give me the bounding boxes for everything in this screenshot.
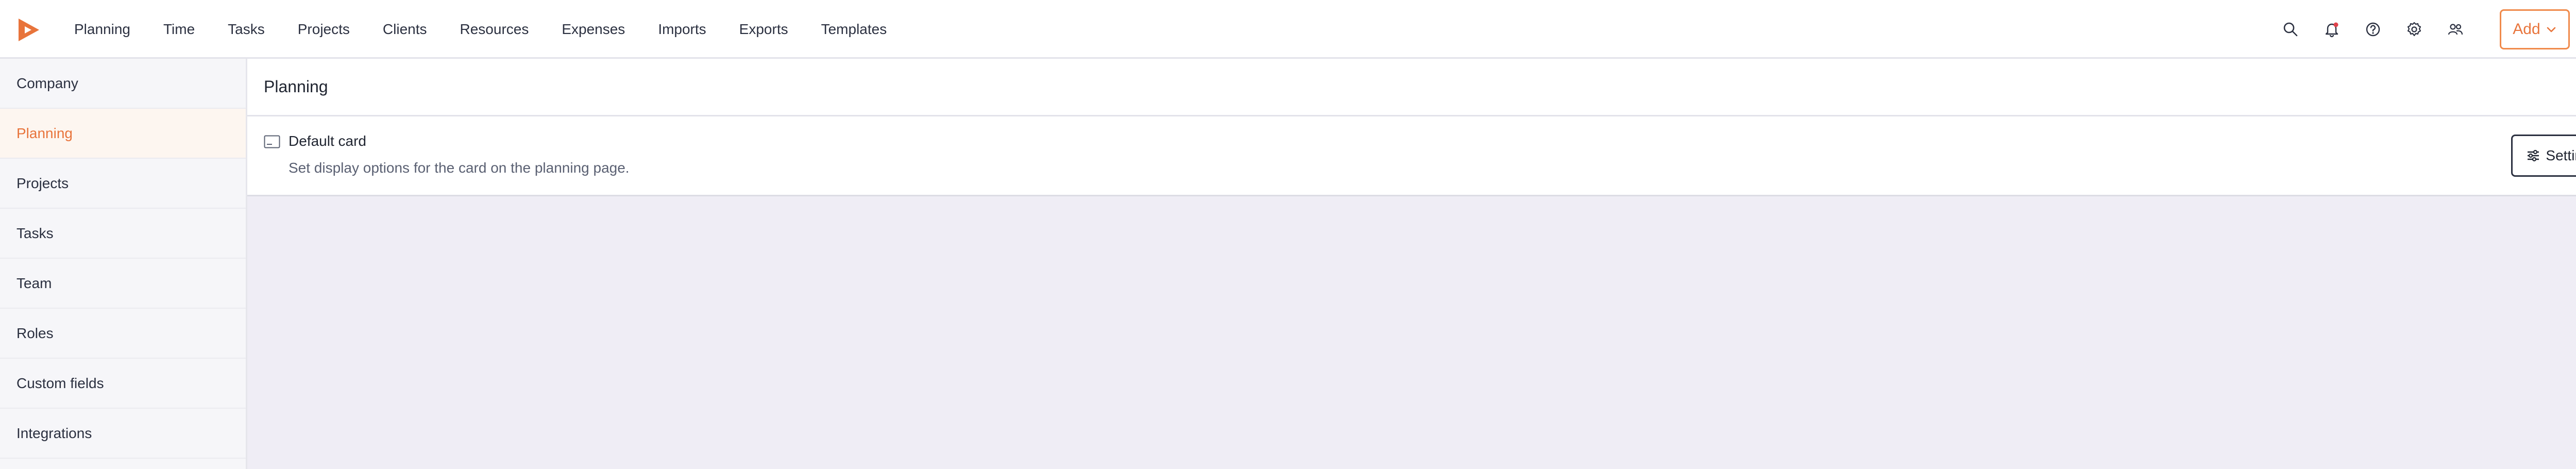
nav-item-tasks[interactable]: Tasks <box>228 21 265 38</box>
sidebar-item-projects[interactable]: Projects <box>0 159 246 209</box>
page-title: Planning <box>264 77 328 96</box>
sidebar-item-label: Custom fields <box>16 375 104 391</box>
sidebar-item-integrations[interactable]: Integrations <box>0 409 246 459</box>
card-icon <box>264 135 280 148</box>
nav-item-time[interactable]: Time <box>163 21 195 38</box>
sidebar-item-label: Projects <box>16 175 69 191</box>
settings-button[interactable]: Settings <box>2511 135 2576 177</box>
sidebar-item-label: Planning <box>16 125 73 141</box>
toolbar-right: Add <box>2280 0 2576 59</box>
search-icon[interactable] <box>2280 19 2301 40</box>
sidebar-item-label: Roles <box>16 325 54 341</box>
nav-item-expenses[interactable]: Expenses <box>562 21 625 38</box>
nav-item-clients[interactable]: Clients <box>383 21 427 38</box>
app-logo-icon[interactable] <box>15 16 42 43</box>
bell-icon[interactable] <box>2321 19 2342 40</box>
nav-item-exports[interactable]: Exports <box>739 21 788 38</box>
default-card-settings-row: Default card Set display options for the… <box>247 116 2576 196</box>
main-nav: Planning Time Tasks Projects Clients Res… <box>74 0 920 59</box>
card-description: Set display options for the card on the … <box>289 160 630 176</box>
card-title: Default card <box>289 133 366 149</box>
sidebar-item-tasks[interactable]: Tasks <box>0 209 246 259</box>
sidebar-item-label: Integrations <box>16 425 92 441</box>
settings-sidebar: Company Planning Projects Tasks Team Rol… <box>0 59 247 469</box>
sliders-icon <box>2528 149 2539 162</box>
top-navigation-bar: Planning Time Tasks Projects Clients Res… <box>0 0 2576 59</box>
team-icon[interactable] <box>2445 19 2466 40</box>
sidebar-item-planning[interactable]: Planning <box>0 109 246 159</box>
chevron-down-icon <box>2547 27 2555 32</box>
nav-item-imports[interactable]: Imports <box>658 21 706 38</box>
help-icon[interactable] <box>2363 19 2383 40</box>
page-header: Planning <box>247 59 2576 116</box>
nav-item-templates[interactable]: Templates <box>821 21 887 38</box>
sidebar-item-roles[interactable]: Roles <box>0 309 246 359</box>
nav-item-projects[interactable]: Projects <box>298 21 350 38</box>
nav-item-planning[interactable]: Planning <box>74 21 130 38</box>
sidebar-item-team[interactable]: Team <box>0 259 246 309</box>
sidebar-item-label: Team <box>16 275 52 291</box>
add-button[interactable]: Add <box>2500 9 2570 49</box>
sidebar-item-custom-fields[interactable]: Custom fields <box>0 359 246 409</box>
sidebar-item-label: Tasks <box>16 225 54 241</box>
settings-button-label: Settings <box>2546 147 2576 163</box>
sidebar-item-label: Company <box>16 75 78 91</box>
gear-icon[interactable] <box>2404 19 2425 40</box>
sidebar-item-company[interactable]: Company <box>0 59 246 109</box>
nav-item-resources[interactable]: Resources <box>460 21 529 38</box>
add-button-label: Add <box>2513 21 2540 38</box>
main-content: Planning Default card Set display option… <box>247 59 2576 469</box>
